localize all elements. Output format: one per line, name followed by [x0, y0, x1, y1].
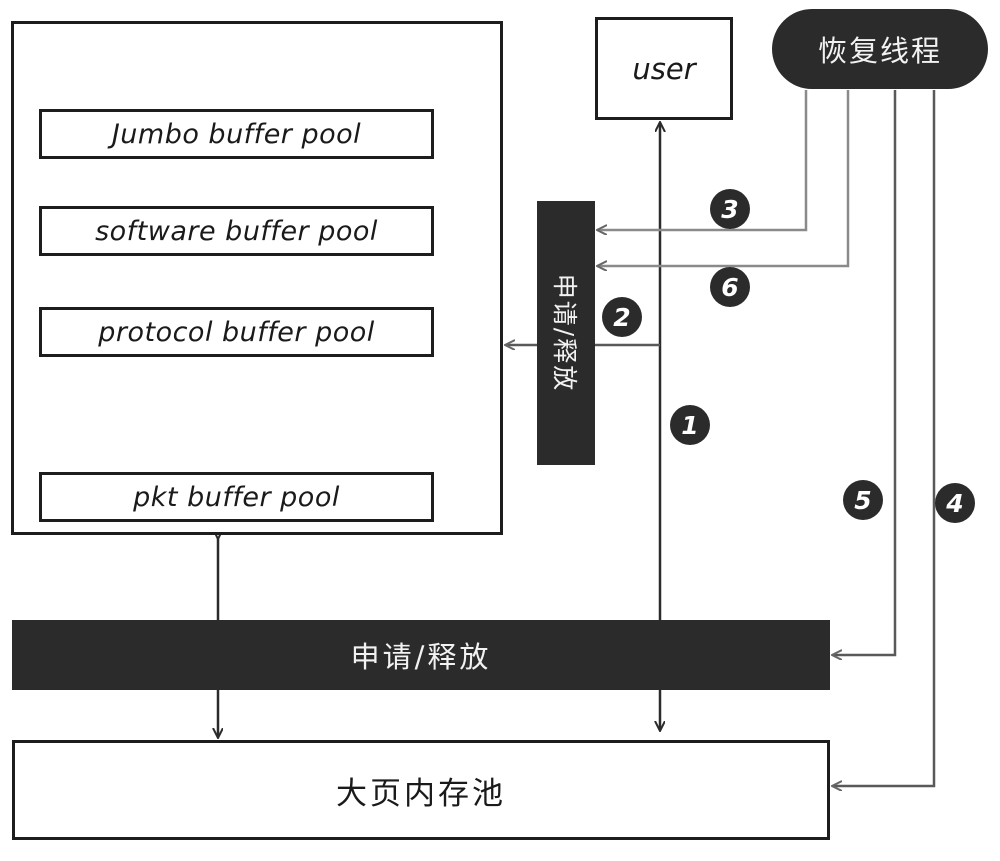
pool-box-software[interactable]: software buffer pool	[39, 206, 434, 256]
step-badge-1: 1	[670, 405, 710, 445]
horizontal-alloc-release-label: 申请/释放	[350, 640, 492, 674]
step-badge-3: 3	[710, 189, 750, 229]
vertical-alloc-release-label: 申请/释放	[550, 273, 579, 393]
pool-label: Jumbo buffer pool	[111, 118, 362, 150]
step-badge-4: 4	[935, 483, 975, 523]
wire-step-4	[833, 90, 936, 786]
buffer-pool-panel: Jumbo buffer pool software buffer pool p…	[11, 21, 503, 535]
pool-box-protocol[interactable]: protocol buffer pool	[39, 307, 434, 357]
diagram-canvas: Jumbo buffer pool software buffer pool p…	[0, 0, 1000, 861]
horizontal-alloc-release-bar[interactable]: 申请/释放	[12, 620, 830, 690]
user-label: user	[632, 51, 696, 86]
recovery-thread-node[interactable]: 恢复线程	[772, 9, 988, 89]
step-badge-5: 5	[843, 480, 883, 520]
step-badge-2: 2	[602, 297, 642, 337]
step-badge-6: 6	[710, 267, 750, 307]
pool-box-pkt[interactable]: pkt buffer pool	[39, 472, 434, 522]
memory-pool-label: 大页内存池	[336, 775, 506, 812]
pool-label: protocol buffer pool	[98, 316, 375, 348]
huge-page-memory-pool[interactable]: 大页内存池	[12, 740, 830, 840]
user-node[interactable]: user	[595, 17, 733, 120]
pool-box-jumbo[interactable]: Jumbo buffer pool	[39, 109, 434, 159]
wire-step-5	[833, 90, 897, 655]
pool-label: pkt buffer pool	[133, 481, 340, 513]
pool-label: software buffer pool	[95, 215, 378, 247]
recovery-thread-label: 恢复线程	[817, 34, 942, 68]
vertical-alloc-release-bar[interactable]: 申请/释放	[537, 201, 595, 465]
